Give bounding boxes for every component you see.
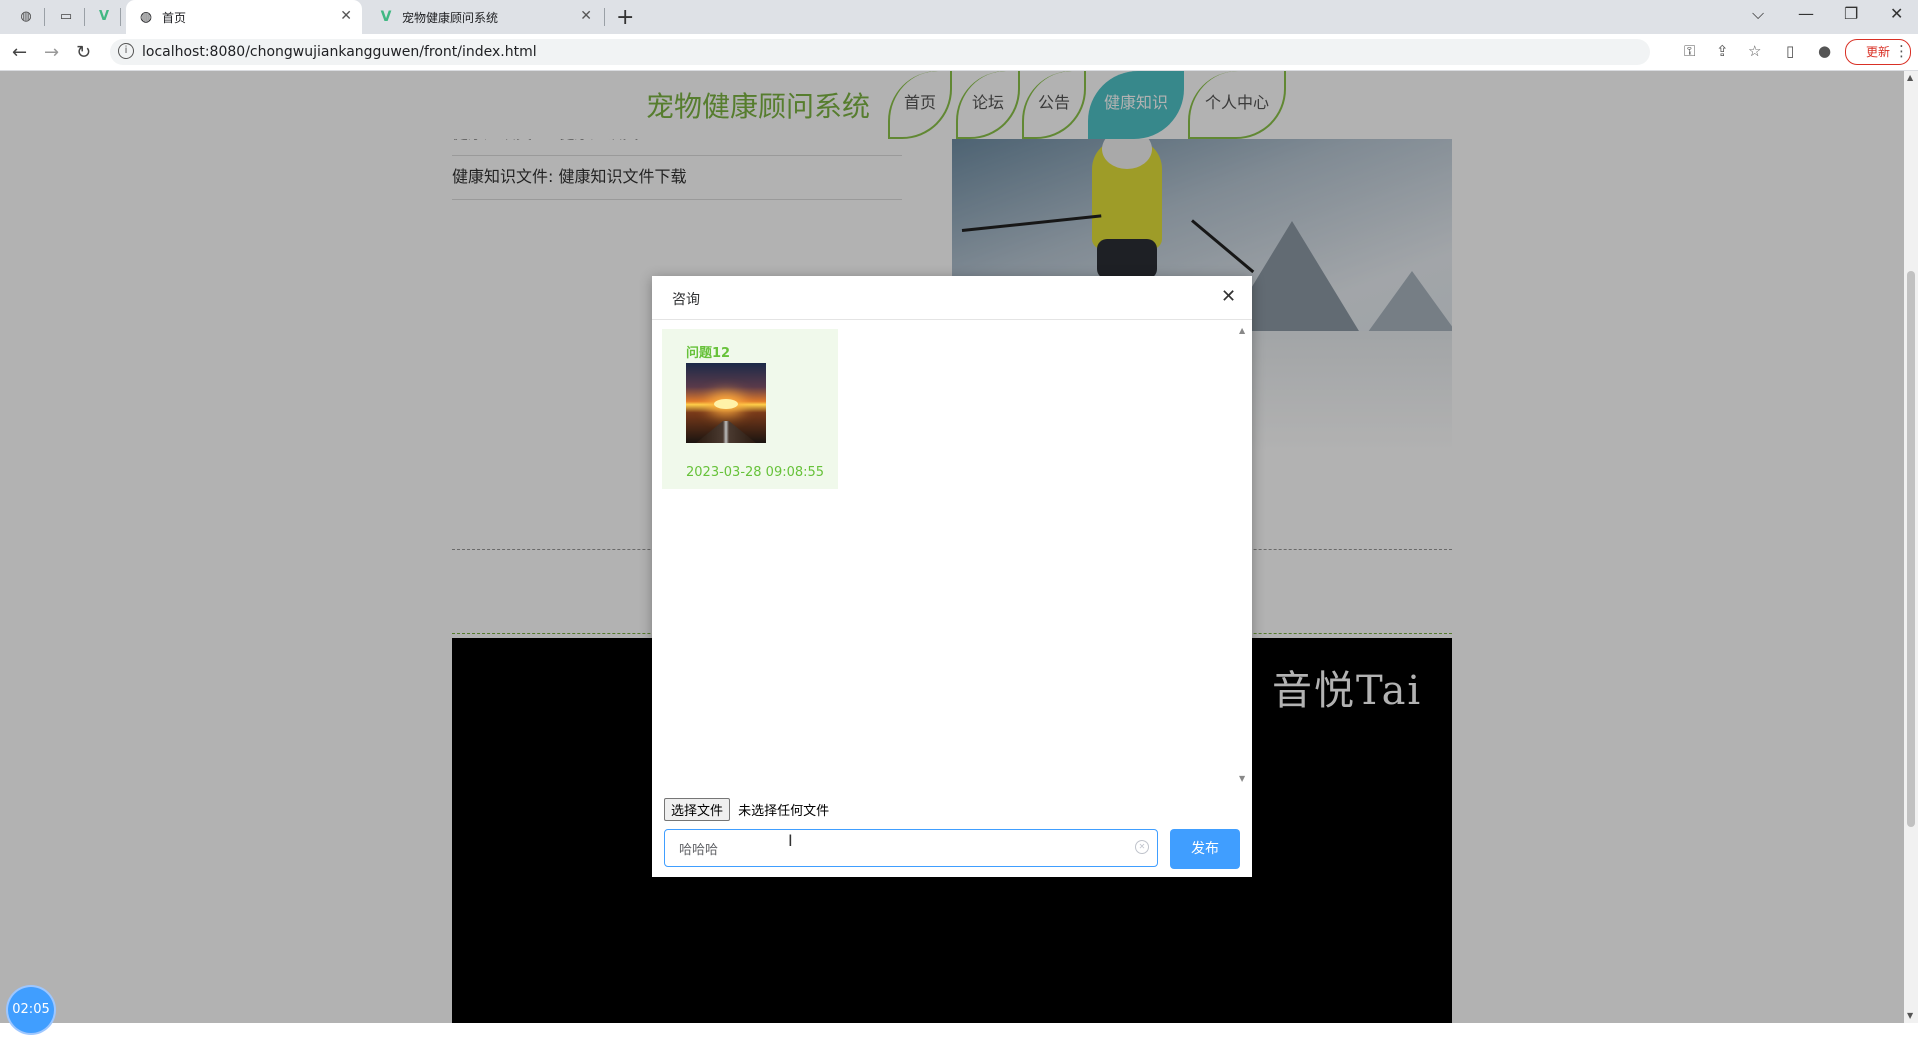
message-time: 2023-03-28 09:08:55 xyxy=(686,465,825,480)
reload-icon[interactable]: ↻ xyxy=(76,42,91,63)
site-info-icon[interactable]: i xyxy=(118,43,134,59)
share-icon[interactable]: ⇪ xyxy=(1716,42,1729,60)
road-shape xyxy=(696,421,756,443)
globe-icon: ◍ xyxy=(139,9,153,25)
url-field[interactable]: i localhost:8080/chongwujiankangguwen/fr… xyxy=(110,39,1650,65)
scroll-down-icon[interactable]: ▼ xyxy=(1907,1011,1913,1020)
close-icon[interactable]: ✕ xyxy=(1221,286,1236,307)
tab-home[interactable]: ◍ 首页 ✕ xyxy=(126,0,362,34)
sunset-sun xyxy=(714,399,738,409)
page-scrollbar[interactable]: ▲ ▼ xyxy=(1904,71,1918,1023)
file-upload: 选择文件 未选择任何文件 xyxy=(664,798,830,821)
scroll-up-icon[interactable]: ▲ xyxy=(1907,73,1913,82)
key-icon[interactable]: ⚿ xyxy=(1684,42,1695,60)
file-status: 未选择任何文件 xyxy=(738,804,830,819)
address-bar: ← → ↻ i localhost:8080/chongwujiankanggu… xyxy=(0,34,1918,71)
close-window-icon[interactable]: ✕ xyxy=(1890,4,1903,23)
close-tab-icon[interactable]: ✕ xyxy=(580,8,592,24)
tab-separator xyxy=(44,8,45,26)
message-question: 问题12 xyxy=(686,346,731,361)
forward-icon[interactable]: → xyxy=(44,42,59,63)
dialog-divider xyxy=(652,319,1252,320)
message-list: 问题12 2023-03-28 09:08:55 xyxy=(662,329,1234,791)
consult-dialog: 咨询 ✕ 问题12 2023-03-28 09:08:55 ▲ ▼ 选择文件 未… xyxy=(652,276,1252,877)
scroll-up-icon[interactable]: ▲ xyxy=(1239,326,1245,335)
message-input[interactable] xyxy=(679,838,1119,858)
tab-separator xyxy=(84,8,85,26)
message-image[interactable] xyxy=(686,363,766,443)
scrollbar-thumb[interactable] xyxy=(1907,271,1915,827)
choose-file-button[interactable]: 选择文件 xyxy=(664,798,731,821)
tab-search-icon[interactable]: ⌵ xyxy=(1752,4,1764,24)
menu-dots-icon[interactable]: ⋮ xyxy=(1894,42,1909,60)
bookmark-star-icon[interactable]: ☆ xyxy=(1748,42,1761,60)
tab-separator xyxy=(604,8,605,26)
clear-input-icon[interactable]: ✕ xyxy=(1135,840,1149,854)
publish-button[interactable]: 发布 xyxy=(1170,829,1240,869)
restore-icon[interactable]: ❐ xyxy=(1844,4,1858,23)
tab-separator xyxy=(120,8,121,26)
vue-logo-icon[interactable]: V xyxy=(96,9,112,25)
tab-label: 宠物健康顾问系统 xyxy=(402,11,499,25)
vue-logo-icon: V xyxy=(380,9,392,25)
timer-badge[interactable]: 02:05 xyxy=(8,987,54,1033)
browser-tab-strip: ◍ ▭ V ◍ 首页 ✕ V 宠物健康顾问系统 ✕ + ⌵ — ❐ ✕ xyxy=(0,0,1918,34)
tab-label: 首页 xyxy=(162,11,187,25)
back-icon[interactable]: ← xyxy=(12,42,27,63)
close-tab-icon[interactable]: ✕ xyxy=(340,8,352,24)
new-tab-icon[interactable]: + xyxy=(616,5,634,30)
dialog-scrollbar[interactable]: ▲ ▼ xyxy=(1238,326,1248,786)
text-cursor-icon: I xyxy=(788,831,793,850)
dialog-title: 咨询 xyxy=(672,292,700,308)
blank-page-icon[interactable]: ▭ xyxy=(58,9,74,25)
globe-icon[interactable]: ◍ xyxy=(18,9,34,25)
scroll-down-icon[interactable]: ▼ xyxy=(1239,774,1245,783)
profile-avatar-icon[interactable]: ● xyxy=(1818,42,1831,60)
side-panel-icon[interactable]: ▯ xyxy=(1786,42,1794,60)
message-input-wrapper: ✕ xyxy=(664,829,1158,867)
message-card: 问题12 2023-03-28 09:08:55 xyxy=(662,329,838,489)
minimize-icon[interactable]: — xyxy=(1798,4,1814,23)
tab-pet-system[interactable]: V 宠物健康顾问系统 ✕ xyxy=(366,0,602,34)
url-text: localhost:8080/chongwujiankangguwen/fron… xyxy=(142,44,537,60)
